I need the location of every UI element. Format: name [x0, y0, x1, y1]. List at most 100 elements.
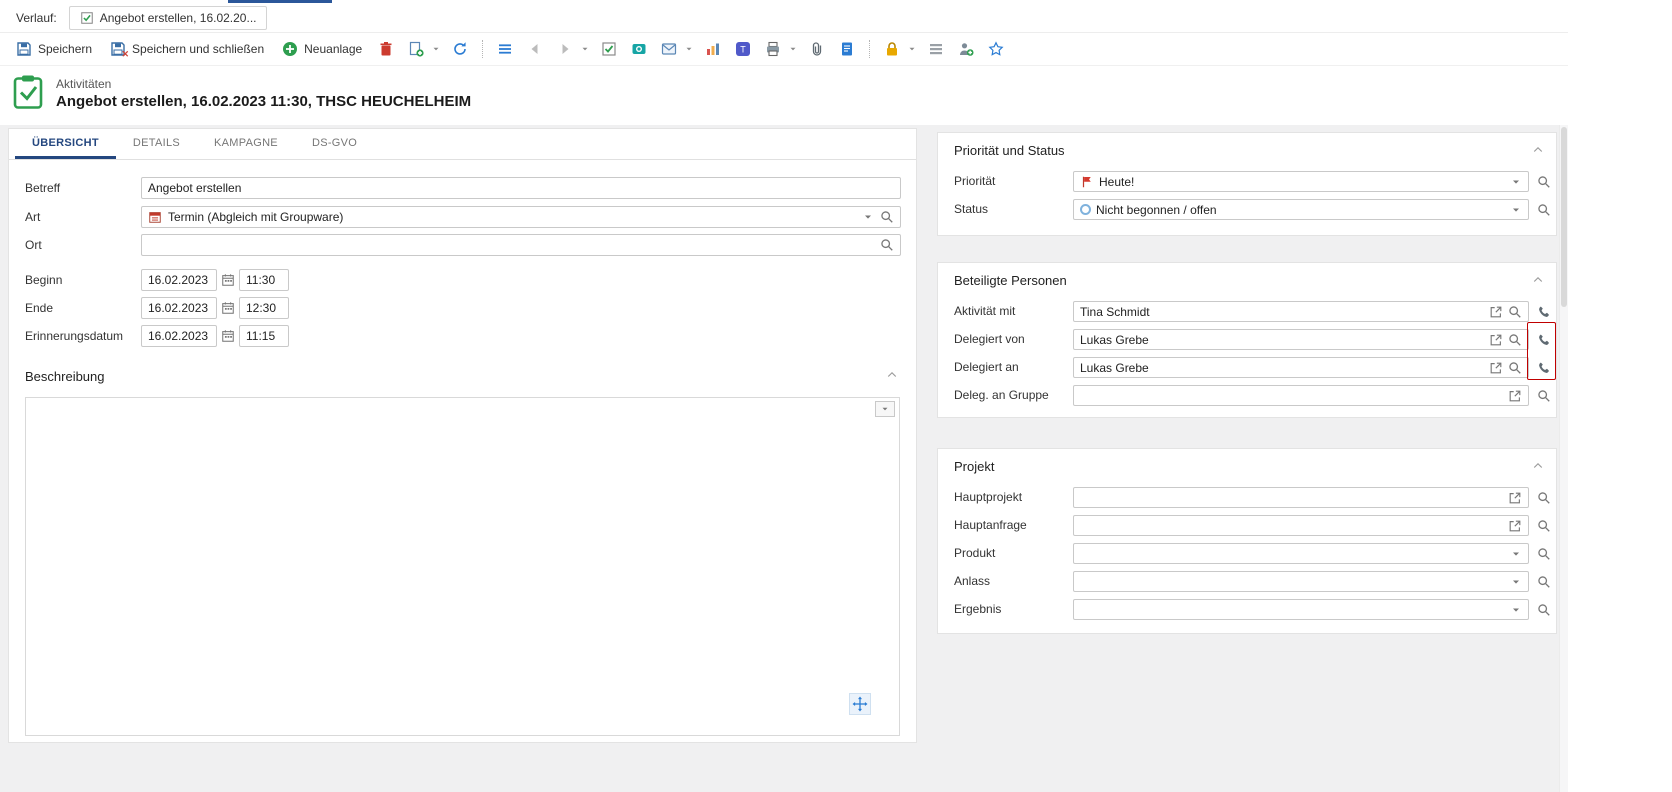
erinnerung-time-input[interactable]	[239, 325, 289, 347]
ende-date-input[interactable]	[141, 297, 217, 319]
web-meeting-button[interactable]	[627, 37, 651, 61]
open-record-icon[interactable]	[1489, 305, 1503, 319]
erinnerung-calendar-button[interactable]	[219, 326, 237, 346]
delegiert-an-phone-button[interactable]	[1535, 360, 1553, 376]
search-icon	[1537, 519, 1551, 533]
delegiert-von-field[interactable]: Lukas Grebe	[1073, 329, 1529, 350]
notes-button[interactable]	[835, 37, 859, 61]
search-icon[interactable]	[880, 238, 894, 252]
open-record-icon[interactable]	[1489, 333, 1503, 347]
art-dropdown[interactable]: Termin (Abgleich mit Groupware)	[141, 206, 901, 228]
prioritaet-dropdown[interactable]: Heute!	[1073, 171, 1529, 192]
vertical-scrollbar[interactable]	[1559, 125, 1568, 792]
deleg-gruppe-field[interactable]	[1073, 385, 1529, 406]
description-editor[interactable]	[25, 397, 900, 736]
app-window: Verlauf: Angebot erstellen, 16.02.20... …	[0, 0, 1672, 792]
history-back-button[interactable]	[523, 37, 547, 61]
panel-collapse-button[interactable]	[1532, 144, 1544, 156]
aktivitaet-mit-field[interactable]: Tina Schmidt	[1073, 301, 1529, 322]
groupware-sync-button[interactable]	[597, 37, 621, 61]
caret-down-icon[interactable]	[1510, 204, 1522, 216]
print-button[interactable]	[761, 37, 785, 61]
trash-icon	[378, 41, 394, 57]
menu-button[interactable]	[493, 37, 517, 61]
calendar-icon	[221, 273, 235, 287]
tab-dsgvo[interactable]: DS-GVO	[295, 129, 374, 159]
ergebnis-lookup-button[interactable]	[1535, 602, 1553, 618]
hauptanfrage-lookup-button[interactable]	[1535, 518, 1553, 534]
panel-collapse-button[interactable]	[1532, 460, 1544, 472]
history-forward-button[interactable]	[553, 37, 577, 61]
hauptprojekt-lookup-button[interactable]	[1535, 490, 1553, 506]
star-icon	[988, 41, 1004, 57]
permissions-button[interactable]	[880, 37, 904, 61]
tab-uebersicht[interactable]: ÜBERSICHT	[15, 129, 116, 159]
search-icon[interactable]	[1508, 333, 1522, 347]
caret-down-icon[interactable]	[862, 211, 874, 223]
add-participant-button[interactable]	[954, 37, 978, 61]
delegiert-an-field[interactable]: Lukas Grebe	[1073, 357, 1529, 378]
caret-down-icon[interactable]	[1510, 548, 1522, 560]
history-forward-caret[interactable]	[579, 37, 591, 61]
chevron-up-icon	[1532, 460, 1544, 472]
deleg-gruppe-lookup-button[interactable]	[1535, 388, 1553, 404]
tab-kampagne[interactable]: KAMPAGNE	[197, 129, 295, 159]
search-icon[interactable]	[1508, 361, 1522, 375]
new-linked-record-caret[interactable]	[430, 37, 442, 61]
hauptanfrage-field[interactable]	[1073, 515, 1529, 536]
fields-button[interactable]	[924, 37, 948, 61]
email-button[interactable]	[657, 37, 681, 61]
open-record-icon[interactable]	[1508, 519, 1522, 533]
caret-down-icon[interactable]	[1510, 176, 1522, 188]
permissions-caret[interactable]	[906, 37, 918, 61]
beginn-date-input[interactable]	[141, 269, 217, 291]
report-button[interactable]	[701, 37, 725, 61]
caret-down-icon[interactable]	[1510, 576, 1522, 588]
email-caret[interactable]	[683, 37, 695, 61]
open-record-icon[interactable]	[1508, 491, 1522, 505]
betreff-input[interactable]	[141, 177, 901, 199]
save-button[interactable]: Speichern	[10, 38, 98, 60]
new-linked-record-button[interactable]	[404, 37, 428, 61]
anlass-lookup-button[interactable]	[1535, 574, 1553, 590]
print-caret[interactable]	[787, 37, 799, 61]
beschreibung-collapse-button[interactable]	[886, 369, 898, 381]
status-dropdown[interactable]: Nicht begonnen / offen	[1073, 199, 1529, 220]
hauptprojekt-field[interactable]	[1073, 487, 1529, 508]
delete-button[interactable]	[374, 37, 398, 61]
refresh-button[interactable]	[448, 37, 472, 61]
resize-handle[interactable]	[849, 693, 871, 715]
beginn-calendar-button[interactable]	[219, 270, 237, 290]
search-icon[interactable]	[880, 210, 894, 224]
anlass-dropdown[interactable]	[1073, 571, 1529, 592]
anlass-row: Anlass	[938, 571, 1556, 592]
hauptprojekt-row: Hauptprojekt	[938, 487, 1556, 508]
prioritaet-lookup-button[interactable]	[1535, 174, 1553, 190]
new-record-button[interactable]: Neuanlage	[276, 38, 368, 60]
ende-time-input[interactable]	[239, 297, 289, 319]
search-icon[interactable]	[1508, 305, 1522, 319]
aktivitaet-mit-phone-button[interactable]	[1535, 304, 1553, 320]
produkt-dropdown[interactable]	[1073, 543, 1529, 564]
teams-button[interactable]	[731, 37, 755, 61]
attachment-button[interactable]	[805, 37, 829, 61]
open-record-icon[interactable]	[1508, 389, 1522, 403]
produkt-lookup-button[interactable]	[1535, 546, 1553, 562]
teams-icon	[735, 41, 751, 57]
history-tab-activity[interactable]: Angebot erstellen, 16.02.20...	[69, 6, 268, 30]
ende-calendar-button[interactable]	[219, 298, 237, 318]
delegiert-von-phone-button[interactable]	[1535, 332, 1553, 348]
scrollbar-thumb[interactable]	[1561, 127, 1567, 307]
ergebnis-dropdown[interactable]	[1073, 599, 1529, 620]
panel-collapse-button[interactable]	[1532, 274, 1544, 286]
favorite-button[interactable]	[984, 37, 1008, 61]
ort-input[interactable]	[141, 234, 901, 256]
status-lookup-button[interactable]	[1535, 202, 1553, 218]
description-format-dropdown[interactable]	[875, 401, 895, 417]
save-and-close-button[interactable]: ✕ Speichern und schließen	[104, 38, 270, 60]
caret-down-icon[interactable]	[1510, 604, 1522, 616]
tab-details[interactable]: DETAILS	[116, 129, 197, 159]
erinnerung-date-input[interactable]	[141, 325, 217, 347]
beginn-time-input[interactable]	[239, 269, 289, 291]
open-record-icon[interactable]	[1489, 361, 1503, 375]
